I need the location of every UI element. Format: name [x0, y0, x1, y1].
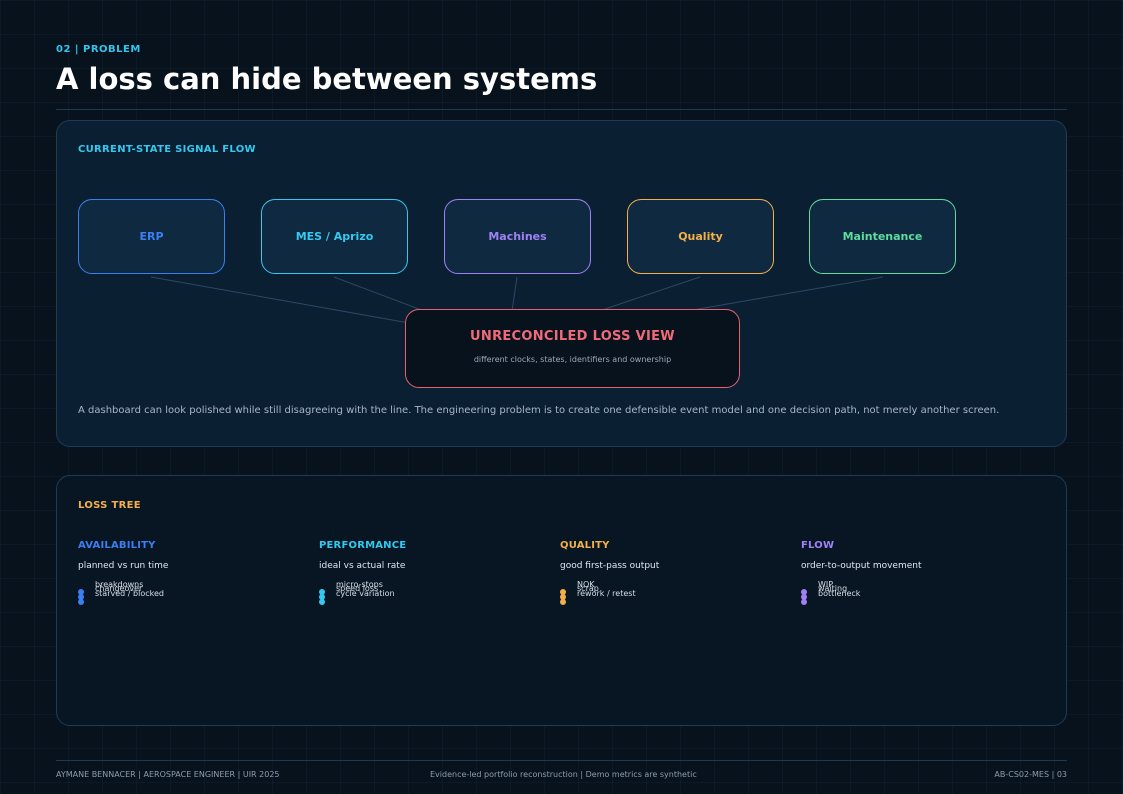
category-subtitle: order-to-output movement [801, 561, 922, 571]
loss-tree-label: LOSS TREE [78, 500, 141, 511]
signal-flow-panel: CURRENT-STATE SIGNAL FLOW ERP MES / Apri… [56, 120, 1067, 447]
footer-page-id: AB-CS02-MES | 03 [994, 770, 1067, 779]
loss-category-quality: QUALITY good first-pass output NOK scrap… [560, 540, 790, 605]
category-title: PERFORMANCE [319, 540, 407, 551]
system-label-mes: MES / Aprizo [295, 230, 374, 243]
page-title: A loss can hide between systems [56, 62, 598, 96]
loss-item: starved / blocked [95, 589, 164, 598]
loss-item: bottleneck [818, 589, 861, 598]
loss-category-availability: AVAILABILITY planned vs run time breakdo… [78, 540, 308, 605]
category-subtitle: planned vs run time [78, 561, 169, 571]
loss-tree-panel: LOSS TREE AVAILABILITY planned vs run ti… [56, 475, 1067, 726]
system-box-machines: Machines [444, 199, 591, 274]
link-machines [511, 276, 518, 312]
link-maintenance [686, 276, 884, 312]
system-label-erp: ERP [139, 230, 164, 243]
system-box-quality: Quality [627, 199, 774, 274]
bullet-dot [560, 599, 566, 605]
loss-view-subtitle: different clocks, states, identifiers an… [473, 355, 672, 364]
category-subtitle: good first-pass output [560, 561, 660, 571]
loss-category-performance: PERFORMANCE ideal vs actual rate micro-s… [319, 540, 549, 605]
signal-flow-description: A dashboard can look polished while stil… [78, 405, 1000, 416]
bullet-dot [801, 599, 807, 605]
title-divider [56, 109, 1067, 110]
footer-divider [56, 760, 1067, 761]
system-box-erp: ERP [78, 199, 225, 274]
loss-category-flow: FLOW order-to-output movement WIP waitin… [801, 540, 1031, 605]
loss-item: rework / retest [577, 589, 636, 598]
link-erp [150, 276, 410, 324]
system-label-machines: Machines [488, 230, 547, 243]
system-label-quality: Quality [678, 230, 723, 243]
system-box-maintenance: Maintenance [809, 199, 956, 274]
category-subtitle: ideal vs actual rate [319, 561, 406, 571]
link-mes [333, 276, 425, 312]
loss-view-title: UNRECONCILED LOSS VIEW [470, 329, 675, 344]
system-box-mes: MES / Aprizo [261, 199, 408, 274]
footer-note: Evidence-led portfolio reconstruction | … [430, 770, 697, 779]
loss-item: cycle variation [336, 589, 395, 598]
category-title: FLOW [801, 540, 835, 551]
bullet-dot [78, 599, 84, 605]
signal-links [150, 276, 884, 324]
unreconciled-loss-view: UNRECONCILED LOSS VIEW different clocks,… [405, 309, 740, 388]
category-title: AVAILABILITY [78, 540, 156, 551]
bullet-dot [319, 599, 325, 605]
system-label-maintenance: Maintenance [842, 230, 923, 243]
footer-author: AYMANE BENNACER | AEROSPACE ENGINEER | U… [56, 770, 280, 779]
section-kicker: 02 | PROBLEM [56, 44, 141, 55]
link-quality [598, 276, 701, 312]
category-title: QUALITY [560, 540, 610, 551]
